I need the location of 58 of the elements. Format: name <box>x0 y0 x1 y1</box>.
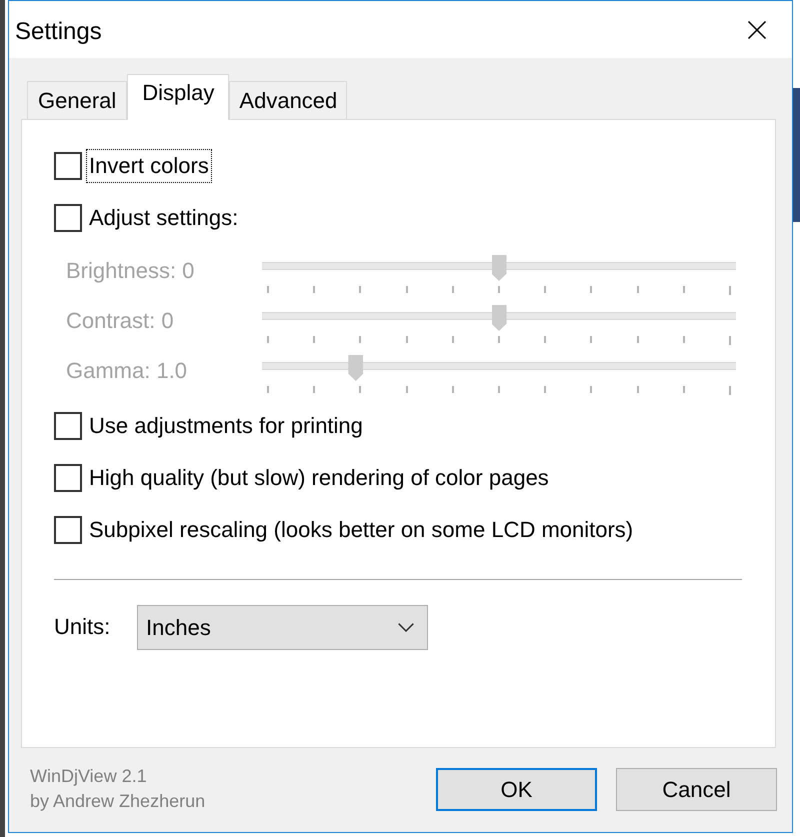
dialog-button[interactable]: OK <box>436 768 597 811</box>
slider-label: Gamma: 1.0 <box>66 357 188 385</box>
tick-mark <box>728 286 731 295</box>
slider-label: Brightness: 0 <box>66 257 196 285</box>
checkbox[interactable] <box>54 464 82 492</box>
tick-mark <box>406 286 408 293</box>
close-icon <box>748 21 766 39</box>
tick-mark <box>682 286 685 293</box>
tick-mark <box>636 336 638 343</box>
slider-label: Contrast: 0 <box>66 307 175 335</box>
about-text: by Andrew Zhezherun <box>30 790 206 813</box>
checkbox[interactable] <box>54 204 82 232</box>
tick-mark <box>267 336 269 343</box>
tab[interactable]: Advanced <box>229 81 348 119</box>
checkbox-label[interactable]: Use adjustments for printing <box>87 410 365 442</box>
checkbox-label[interactable]: Adjust settings: <box>87 202 240 234</box>
tick-mark <box>452 336 454 343</box>
units-label: Units: <box>54 614 112 640</box>
tick-mark <box>728 336 731 345</box>
tick-mark <box>498 386 500 393</box>
tick-mark <box>498 286 500 293</box>
checkbox-label[interactable]: High quality (but slow) rendering of color pages <box>87 462 551 494</box>
tick-mark <box>636 386 638 393</box>
tick-mark <box>267 386 269 393</box>
tick-mark <box>590 286 592 293</box>
tick-mark <box>313 386 316 393</box>
checkbox[interactable] <box>54 412 82 440</box>
tick-mark <box>682 386 685 393</box>
tick-mark <box>406 336 408 343</box>
tick-mark <box>544 386 546 393</box>
tick-mark <box>267 286 269 293</box>
tab[interactable]: General <box>27 81 128 119</box>
dialog-button[interactable]: Cancel <box>616 768 777 811</box>
tick-mark <box>544 336 546 343</box>
tick-mark <box>590 336 592 343</box>
tick-mark <box>544 286 546 293</box>
about-text: WinDjView 2.1 <box>30 765 148 788</box>
tick-mark <box>452 286 454 293</box>
tick-mark <box>636 286 638 293</box>
tick-mark <box>728 386 731 395</box>
tick-mark <box>452 386 454 393</box>
tick-mark <box>682 336 685 343</box>
checkbox-label[interactable]: Subpixel rescaling (looks better on some LCD monitors) <box>87 514 636 546</box>
tab[interactable]: Display <box>127 74 230 120</box>
tick-mark <box>406 386 408 393</box>
chevron-down-icon <box>398 623 414 632</box>
tick-mark <box>313 286 316 293</box>
checkbox[interactable] <box>54 516 82 544</box>
tick-mark <box>313 336 316 343</box>
checkbox-label[interactable]: Invert colors <box>87 150 211 182</box>
tick-mark <box>590 386 592 393</box>
tick-mark <box>359 336 362 343</box>
tick-mark <box>359 286 362 293</box>
tick-mark <box>498 336 500 343</box>
tick-mark <box>359 386 362 393</box>
checkbox[interactable] <box>54 152 82 180</box>
units-dropdown[interactable]: Inches <box>137 605 428 650</box>
window-title: Settings <box>14 18 102 46</box>
